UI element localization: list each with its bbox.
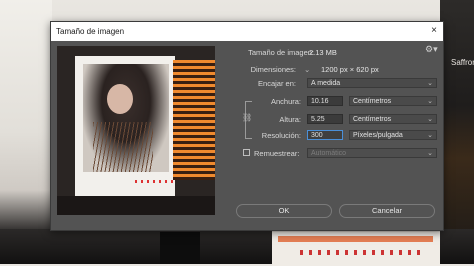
- cancel-button[interactable]: Cancelar: [339, 204, 435, 218]
- height-unit: Centímetros: [353, 116, 392, 123]
- chevron-down-icon: ⌄: [427, 132, 433, 139]
- chevron-down-icon: ⌄: [427, 98, 433, 105]
- preview-face: [107, 84, 133, 114]
- background-window-dots: [300, 250, 420, 255]
- resolution-unit: Píxeles/pulgada: [353, 132, 403, 139]
- image-size-dialog: Tamaño de imagen × Tamaño de imagen: 2.1…: [50, 21, 444, 231]
- dimensions-label: Dimensiones:: [250, 65, 296, 74]
- background-window-title: Saffron 1: [451, 58, 474, 67]
- chevron-down-icon: ⌄: [427, 116, 433, 123]
- preview-bottom: [57, 196, 215, 215]
- gear-icon[interactable]: ⚙▾: [425, 44, 438, 55]
- preview-dots: [135, 180, 175, 183]
- ok-button[interactable]: OK: [236, 204, 332, 218]
- background-left: [0, 0, 52, 264]
- image-size-label: Tamaño de imagen:: [248, 48, 314, 57]
- resample-dropdown: Automático ⌄: [307, 148, 437, 158]
- height-unit-dropdown[interactable]: Centímetros ⌄: [349, 114, 437, 124]
- background-window-bar: [278, 236, 433, 242]
- resolution-unit-dropdown[interactable]: Píxeles/pulgada ⌄: [349, 130, 437, 140]
- height-label: Altura:: [279, 115, 301, 124]
- width-unit-dropdown[interactable]: Centímetros ⌄: [349, 96, 437, 106]
- resample-value: Automático: [311, 150, 347, 157]
- width-unit: Centímetros: [353, 98, 392, 105]
- resample-label: Remuestrear:: [254, 149, 300, 158]
- width-input[interactable]: 10.16: [307, 96, 343, 106]
- chevron-down-icon: ⌄: [427, 150, 433, 157]
- preview-blinds: [173, 60, 215, 180]
- dimensions-value: 1200 px × 620 px: [321, 65, 379, 74]
- image-preview[interactable]: [57, 46, 215, 215]
- fit-value: A medida: [311, 80, 341, 87]
- image-size-value: 2.13 MB: [309, 48, 337, 57]
- fit-dropdown[interactable]: A medida ⌄: [307, 78, 437, 88]
- resample-checkbox[interactable]: [243, 149, 250, 156]
- chevron-down-icon: ⌄: [427, 80, 433, 87]
- preview-flowers: [93, 122, 153, 172]
- resolution-label: Resolución:: [261, 131, 301, 140]
- resolution-input[interactable]: 300: [307, 130, 343, 140]
- height-input[interactable]: 5.25: [307, 114, 343, 124]
- background-right: [440, 0, 474, 264]
- chevron-down-icon[interactable]: ⌄: [304, 65, 310, 74]
- background-device: [160, 232, 200, 264]
- fit-label: Encajar en:: [258, 79, 296, 88]
- close-icon[interactable]: ×: [431, 25, 437, 36]
- dialog-titlebar: Tamaño de imagen ×: [51, 22, 443, 41]
- dialog-title: Tamaño de imagen: [56, 27, 125, 36]
- width-label: Anchura:: [270, 97, 301, 106]
